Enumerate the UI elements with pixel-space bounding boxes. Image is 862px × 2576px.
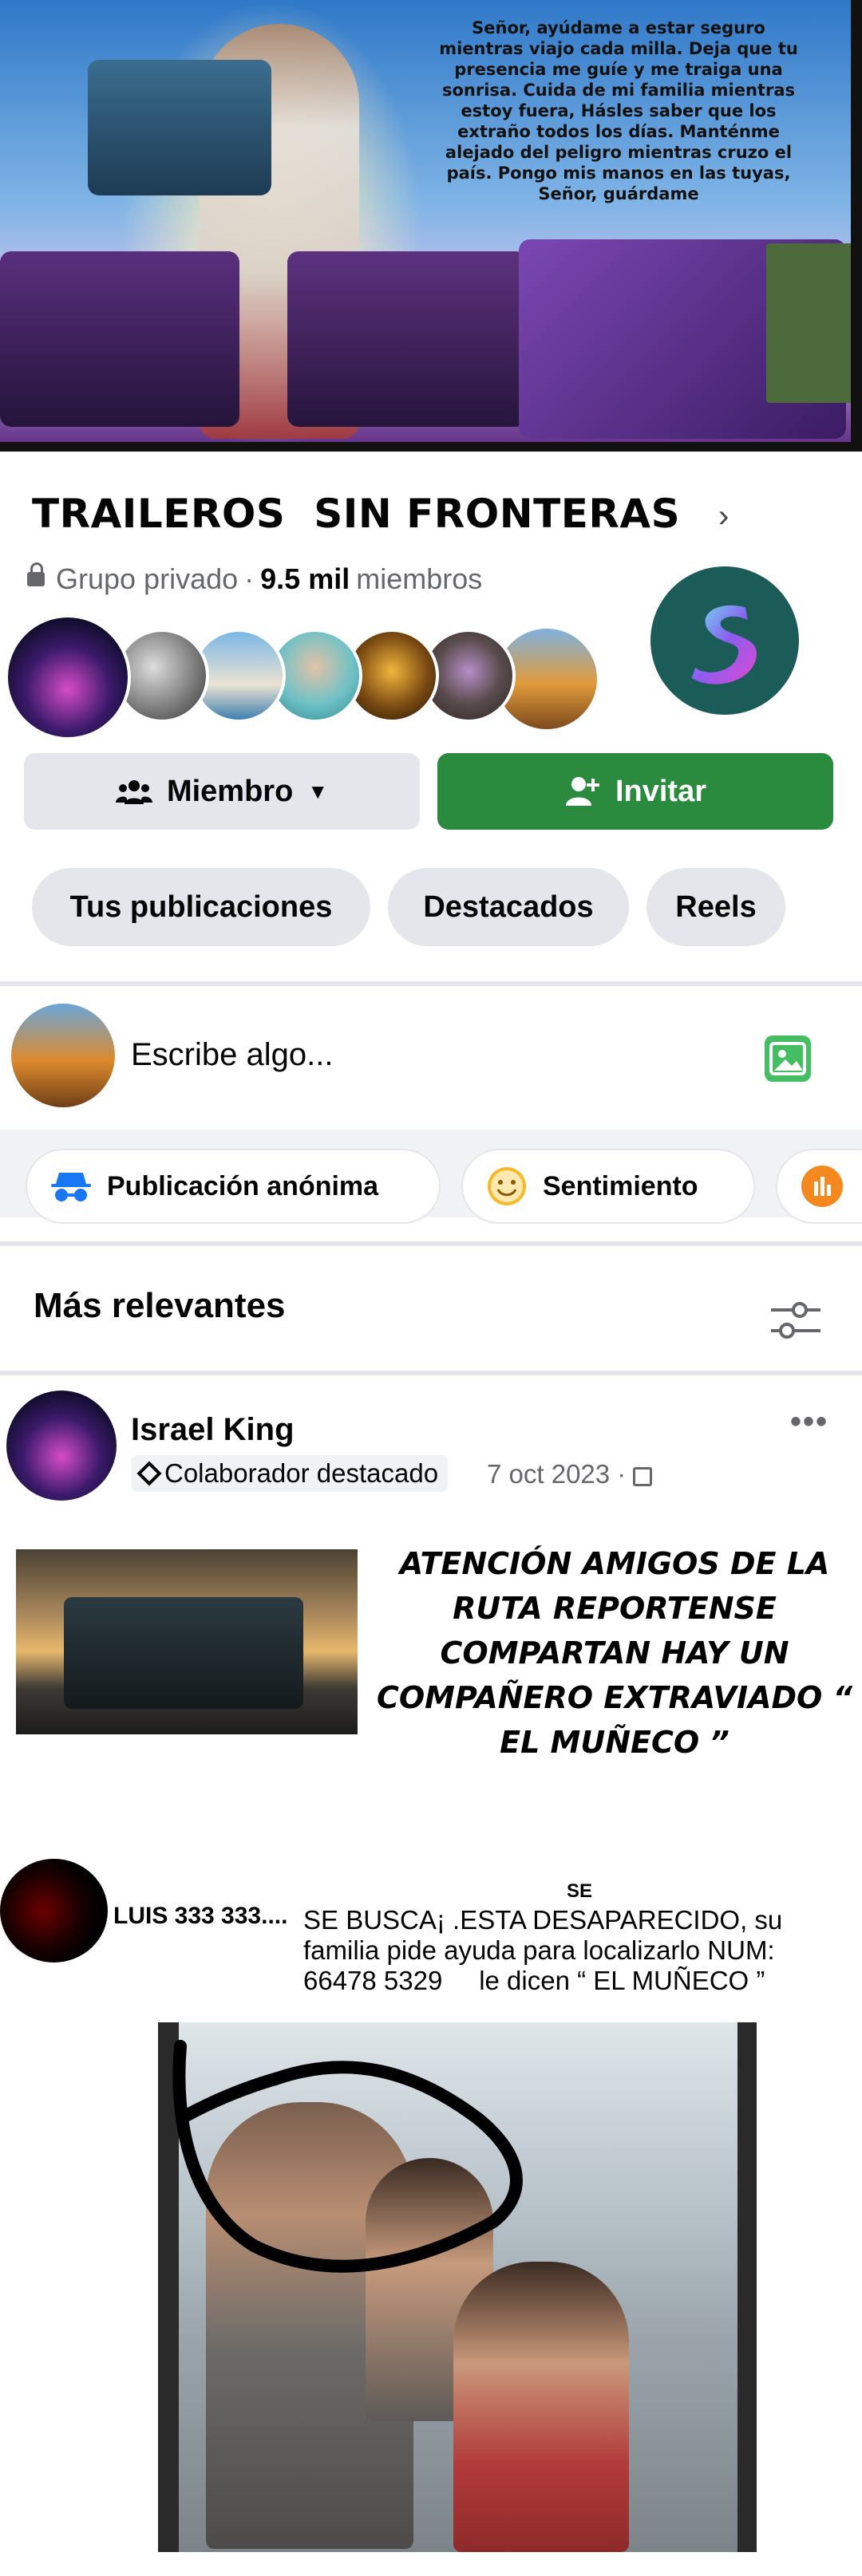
member-button[interactable]: Miembro ▼ (24, 753, 420, 830)
anonymous-post-chip[interactable]: Publicación anónima (26, 1149, 441, 1224)
date-separator: · (617, 1459, 627, 1489)
tab-tus-publicaciones[interactable]: Tus publicaciones (32, 868, 370, 946)
cover-truck-center (287, 251, 527, 427)
post-truck-image[interactable] (16, 1549, 358, 1734)
cover-trailer-green (766, 243, 854, 403)
shared-avatar (0, 1859, 108, 1963)
privacy-label: Grupo privado (56, 562, 239, 595)
app-logo-icon[interactable] (650, 566, 799, 715)
feed-sort-label[interactable]: Más relevantes (34, 1286, 286, 1326)
shared-author-name: LUIS 333 333.... (113, 1903, 288, 1929)
shared-post-text: SE BUSCA¡ .ESTA DESAPARECIDO, su familia… (303, 1905, 790, 1995)
feed-divider (0, 1241, 862, 1246)
composer-input[interactable]: Escribe algo... (131, 1037, 333, 1073)
top-contributor-badge[interactable]: Colaborador destacado (131, 1455, 449, 1492)
more-options-chip[interactable] (776, 1149, 862, 1224)
photo-icon[interactable] (765, 1036, 811, 1082)
members-label[interactable]: miembros (356, 562, 482, 596)
missing-person-photo[interactable] (158, 2022, 757, 2552)
group-title[interactable]: TRAILEROS SIN FRONTERAS (32, 491, 680, 537)
post-author-avatar[interactable] (6, 1391, 117, 1501)
post-headline: ATENCIÓN AMIGOS DE LA RUTA REPORTENSE CO… (376, 1546, 853, 1760)
group-meta: Grupo privado · 9.5 mil miembros (27, 562, 482, 596)
post-divider (0, 1371, 862, 1375)
group-audience-icon (633, 1467, 653, 1486)
add-person-icon (565, 777, 599, 806)
post-more-options-icon[interactable]: ••• (790, 1404, 828, 1440)
anonymous-post-label: Publicación anónima (107, 1170, 379, 1201)
chevron-right-icon[interactable]: › (718, 499, 729, 535)
feeling-label: Sentimiento (543, 1170, 698, 1201)
smiley-icon (488, 1167, 526, 1205)
members-group-icon (115, 780, 152, 804)
badge-diamond-icon (136, 1461, 162, 1486)
tab-destacados[interactable]: Destacados (388, 868, 629, 946)
member-button-label: Miembro (166, 774, 294, 808)
post-date-text[interactable]: 7 oct 2023 (487, 1459, 610, 1489)
section-divider (0, 981, 862, 986)
user-avatar[interactable] (11, 1004, 115, 1107)
cover-edge (851, 0, 862, 452)
badge-label: Colaborador destacado (164, 1458, 439, 1488)
photo-glyph (769, 1042, 806, 1075)
members-count[interactable]: 9.5 mil (260, 562, 350, 596)
invite-button[interactable]: Invitar (437, 753, 833, 830)
cover-truck-blue (88, 60, 271, 195)
poll-icon (801, 1166, 843, 1207)
post-author-name[interactable]: Israel King (131, 1412, 295, 1448)
cover-truck-left (0, 251, 239, 427)
invite-button-label: Invitar (615, 774, 707, 808)
marker-circle-annotation (172, 2040, 523, 2273)
filter-icon[interactable] (768, 1299, 824, 1342)
cover-bottom-edge (0, 442, 862, 452)
truck-shape (64, 1597, 303, 1709)
app-logo-shape (691, 605, 757, 684)
sliders-glyph (771, 1302, 820, 1339)
cover-prayer-text: Señor, ayúdame a estar seguro mientras v… (439, 18, 798, 203)
post-date[interactable]: 7 oct 2023 · (487, 1459, 653, 1489)
caret-down-icon: ▼ (307, 779, 329, 803)
tab-reels[interactable]: Reels (646, 868, 785, 946)
meta-separator: · (244, 562, 255, 595)
incognito-icon (51, 1173, 91, 1201)
lock-icon (27, 562, 45, 586)
feeling-chip[interactable]: Sentimiento (461, 1149, 755, 1224)
group-cover-photo[interactable]: Señor, ayúdame a estar seguro mientras v… (0, 0, 862, 452)
member-avatar[interactable] (5, 614, 131, 740)
shared-se-label: SE (567, 1880, 593, 1902)
